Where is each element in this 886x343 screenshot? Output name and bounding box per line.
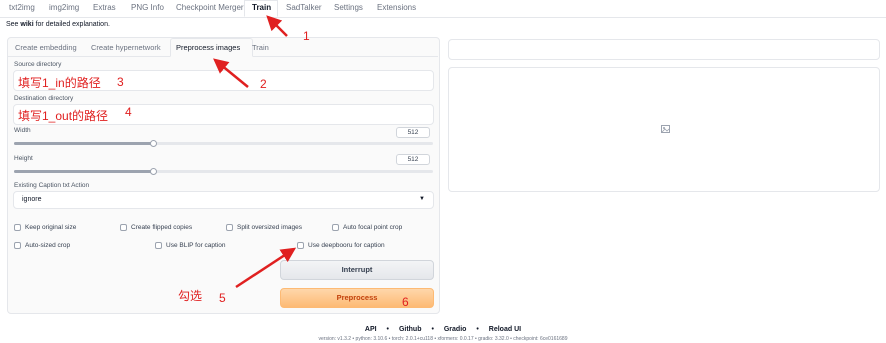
annotation-number-3: 3 [117,75,124,89]
height-number-input[interactable]: 512 [396,154,430,165]
tab-train-sub[interactable]: Train [252,43,269,52]
footer-link-github[interactable]: Github [399,326,422,333]
auto-focal-point-crop-label: Auto focal point crop [343,224,403,231]
create-flipped-copies-label: Create flipped copies [131,224,193,231]
wiki-prefix: See [6,21,21,28]
destination-directory-label: Destination directory [14,95,74,102]
height-slider-thumb[interactable] [150,168,158,175]
tab-png-info[interactable]: PNG Info [131,3,164,12]
destination-directory-value: 填写1_out的路径 [18,109,109,123]
preprocess-button[interactable]: Preprocess [280,288,434,308]
use-deepbooru-label: Use deepbooru for caption [308,242,385,249]
auto-sized-crop-checkbox[interactable] [14,242,21,249]
chevron-down-icon: ▼ [419,196,425,202]
width-number-input[interactable]: 512 [396,127,430,138]
sub-tab-bar: Create embedding Create hypernetwork Pre… [8,38,438,57]
arrow-to-train-tab [266,15,288,37]
footer-separator: • [476,326,479,333]
wiki-link[interactable]: wiki [20,21,33,28]
create-flipped-copies-checkbox[interactable] [120,224,127,231]
use-blip-label: Use BLIP for caption [166,242,226,249]
tab-extras[interactable]: Extras [93,3,116,12]
tab-create-embedding[interactable]: Create embedding [15,43,77,52]
top-tab-bar: txt2img img2img Extras PNG Info Checkpoi… [0,0,886,18]
use-deepbooru-checkbox[interactable] [297,242,304,249]
output-image-area [448,67,880,192]
tab-preprocess-images[interactable]: Preprocess images [176,43,240,52]
annotation-number-1: 1 [303,29,310,43]
caption-action-label: Existing Caption txt Action [14,182,90,189]
output-info-box [448,39,880,60]
footer-link-api[interactable]: API [365,326,377,333]
keep-original-size-label: Keep original size [25,224,77,231]
use-blip-checkbox[interactable] [155,242,162,249]
tab-create-hypernetwork[interactable]: Create hypernetwork [91,43,161,52]
width-slider-track[interactable] [14,142,433,145]
interrupt-button[interactable]: Interrupt [280,260,434,280]
width-slider-fill [14,142,154,145]
tab-settings[interactable]: Settings [334,3,363,12]
auto-sized-crop-label: Auto-sized crop [25,242,71,249]
footer-link-reload-ui[interactable]: Reload UI [489,326,521,333]
source-directory-label: Source directory [14,61,62,68]
wiki-suffix: for detailed explanation. [33,21,110,28]
annotation-number-2: 2 [260,77,267,91]
footer-link-gradio[interactable]: Gradio [444,326,467,333]
caption-action-value: ignore [22,196,42,203]
tab-extensions[interactable]: Extensions [377,3,416,12]
split-oversized-images-checkbox[interactable] [226,224,233,231]
keep-original-size-checkbox[interactable] [14,224,21,231]
width-slider-thumb[interactable] [150,140,158,147]
height-label: Height [14,155,33,162]
image-icon [661,125,670,133]
annotation-number-6: 6 [402,295,409,309]
footer-links: API • Github • Gradio • Reload UI [0,326,886,333]
footer-separator: • [386,326,389,333]
wiki-hint: See wiki for detailed explanation. [6,21,110,28]
height-slider-fill [14,170,154,173]
tab-txt2img[interactable]: txt2img [9,3,35,12]
width-label: Width [14,127,31,134]
footer-version-info: version: v1.3.2 • python: 3.10.6 • torch… [318,336,568,342]
tab-sadtalker[interactable]: SadTalker [286,3,322,12]
annotation-check-note: 勾选 [178,289,203,303]
tab-img2img[interactable]: img2img [49,3,79,12]
source-directory-value: 填写1_in的路径 [18,76,101,90]
caption-action-select[interactable]: ignore ▼ [13,191,434,209]
tab-checkpoint-merger[interactable]: Checkpoint Merger [176,3,244,12]
footer-separator: • [431,326,434,333]
tab-train[interactable]: Train [252,3,271,12]
annotation-number-5: 5 [219,291,226,305]
split-oversized-images-label: Split oversized images [237,224,303,231]
auto-focal-point-crop-checkbox[interactable] [332,224,339,231]
height-slider-track[interactable] [14,170,433,173]
annotation-number-4: 4 [125,105,132,119]
